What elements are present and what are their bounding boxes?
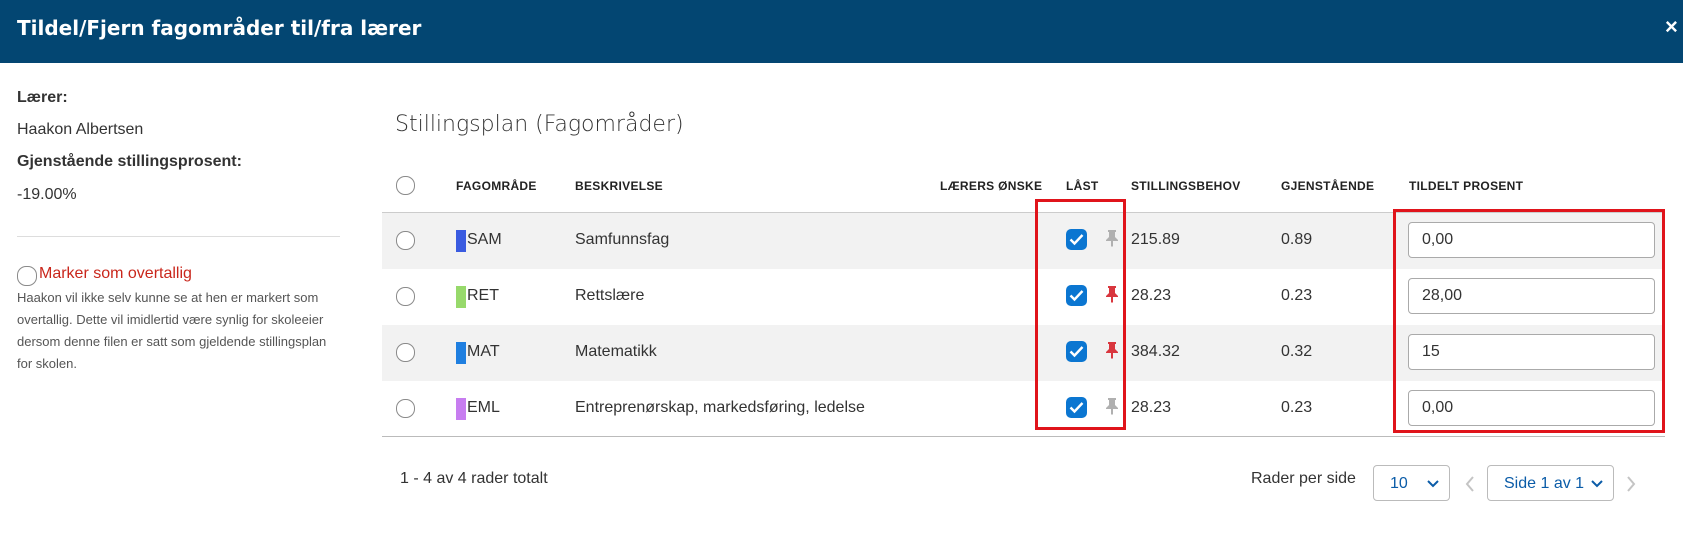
column-header-last[interactable]: LÅST — [1066, 179, 1099, 193]
dialog-title: Tildel/Fjern fagområder til/fra lærer — [17, 16, 422, 40]
column-header-fagomrade[interactable]: FAGOMRÅDE — [456, 179, 537, 193]
stillingsbehov-value: 215.89 — [1131, 231, 1180, 248]
gjenstaende-value: 0.89 — [1281, 231, 1313, 248]
overtallig-label: Marker som overtallig — [39, 265, 192, 282]
section-title: Stillingsplan (Fagområder) — [395, 112, 684, 137]
rows-per-page-select[interactable]: 10 — [1373, 465, 1450, 501]
subject-description: Matematikk — [575, 343, 657, 360]
subject-color-swatch — [456, 398, 466, 420]
dialog-header: Tildel/Fjern fagområder til/fra lærer × — [0, 0, 1683, 63]
subject-description: Samfunnsfag — [575, 231, 670, 248]
subject-color-swatch — [456, 342, 466, 364]
next-page-icon[interactable] — [1625, 475, 1637, 493]
remaining-percent-label: Gjenstående stillingsprosent: — [17, 153, 242, 170]
teacher-label: Lærer: — [17, 89, 68, 106]
close-button[interactable]: × — [1665, 14, 1678, 40]
column-header-tildelt-prosent[interactable]: TILDELT PROSENT — [1409, 179, 1523, 193]
table-bottom-divider — [382, 436, 1665, 437]
overtallig-checkbox[interactable] — [17, 266, 37, 286]
subject-code: SAM — [467, 231, 502, 248]
teacher-name: Haakon Albertsen — [17, 121, 144, 138]
column-header-beskrivelse[interactable]: BESKRIVELSE — [575, 179, 663, 193]
subject-code: RET — [467, 287, 499, 304]
gjenstaende-value: 0.23 — [1281, 287, 1313, 304]
subject-color-swatch — [456, 230, 466, 252]
column-header-laerers-onske[interactable]: LÆRERS ØNSKE — [940, 179, 1042, 193]
row-select-checkbox[interactable] — [396, 343, 415, 362]
row-count-text: 1 - 4 av 4 rader totalt — [400, 470, 548, 487]
select-all-checkbox[interactable] — [396, 176, 415, 195]
subject-color-swatch — [456, 286, 466, 308]
gjenstaende-value: 0.32 — [1281, 343, 1313, 360]
row-select-checkbox[interactable] — [396, 287, 415, 306]
page-select[interactable]: Side 1 av 1 — [1487, 465, 1614, 501]
previous-page-icon[interactable] — [1464, 475, 1476, 493]
page-value: Side 1 av 1 — [1504, 475, 1585, 492]
gjenstaende-value: 0.23 — [1281, 399, 1313, 416]
rows-per-page-label: Rader per side — [1251, 470, 1356, 487]
subject-description: Rettslære — [575, 287, 645, 304]
column-header-stillingsbehov[interactable]: STILLINGSBEHOV — [1131, 179, 1241, 193]
row-select-checkbox[interactable] — [396, 399, 415, 418]
chevron-down-icon — [1427, 480, 1439, 488]
subject-code: EML — [467, 399, 500, 416]
subject-code: MAT — [467, 343, 500, 360]
remaining-percent-value: -19.00% — [17, 186, 77, 203]
chevron-down-icon — [1591, 480, 1603, 488]
stillingsbehov-value: 28.23 — [1131, 399, 1172, 416]
stillingsbehov-value: 384.32 — [1131, 343, 1180, 360]
stillingsbehov-value: 28.23 — [1131, 287, 1172, 304]
side-divider — [17, 236, 340, 237]
rows-per-page-value: 10 — [1390, 475, 1408, 492]
tildelt-column-highlight — [1393, 209, 1665, 433]
row-select-checkbox[interactable] — [396, 231, 415, 250]
overtallig-note: Haakon vil ikke selv kunne se at hen er … — [17, 290, 327, 371]
column-header-gjenstaende[interactable]: GJENSTÅENDE — [1281, 179, 1374, 193]
last-column-highlight — [1035, 199, 1126, 430]
subject-description: Entreprenørskap, markedsføring, ledelse — [575, 399, 865, 416]
